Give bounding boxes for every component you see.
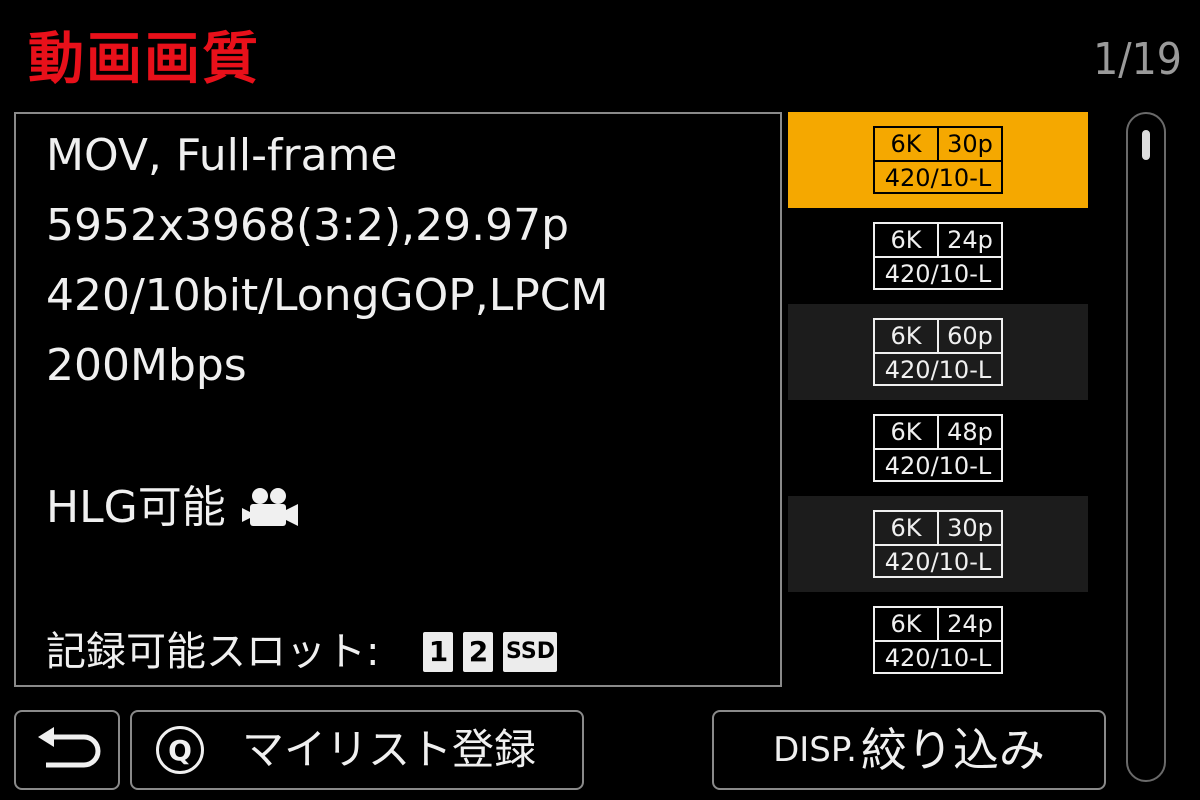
filter-button[interactable]: DISP. 絞り込み (712, 710, 1106, 790)
hlg-label: HLG可能 (46, 482, 226, 533)
scrollbar-thumb[interactable] (1142, 130, 1150, 160)
hlg-row: HLG可能 (46, 482, 300, 534)
mode-framerate: 48p (947, 418, 993, 446)
mode-item[interactable]: 6K 48p 420/10-L (788, 400, 1088, 496)
mode-item[interactable]: 6K 30p 420/10-L (788, 496, 1088, 592)
mode-resolution: 6K (875, 416, 939, 448)
mode-format: 420/10-L (884, 452, 992, 480)
mode-badge: 6K 24p 420/10-L (873, 222, 1003, 290)
scrollbar[interactable] (1126, 112, 1166, 782)
mode-framerate: 24p (947, 226, 993, 254)
mode-badge: 6K 30p 420/10-L (873, 510, 1003, 578)
mode-resolution: 6K (875, 512, 939, 544)
slot-ssd-badge: SSD (503, 632, 558, 672)
add-to-mylist-button[interactable]: Q マイリスト登録 (130, 710, 584, 790)
mode-format: 420/10-L (884, 548, 992, 576)
details-panel: MOV, Full-frame 5952x3968(3:2),29.97p 42… (14, 112, 782, 687)
spec-codec-line: 420/10bit/LongGOP,LPCM (46, 270, 609, 321)
mode-resolution: 6K (875, 224, 939, 256)
mode-framerate: 30p (947, 130, 993, 158)
mode-resolution: 6K (875, 128, 939, 160)
q-key-icon: Q (156, 726, 204, 774)
mode-resolution: 6K (875, 320, 939, 352)
slot-2-badge: 2 (463, 632, 494, 672)
mode-format: 420/10-L (884, 356, 992, 384)
mode-badge: 6K 48p 420/10-L (873, 414, 1003, 482)
back-button[interactable] (14, 710, 120, 790)
mode-framerate: 24p (947, 610, 993, 638)
mode-format: 420/10-L (884, 644, 992, 672)
spec-bitrate-line: 200Mbps (46, 340, 247, 391)
mylist-label: マイリスト登録 (242, 725, 537, 774)
movie-camera-icon (241, 488, 298, 526)
mode-badge: 6K 24p 420/10-L (873, 606, 1003, 674)
mode-badge: 6K 30p 420/10-L (873, 126, 1003, 194)
mode-item[interactable]: 6K 24p 420/10-L (788, 592, 1088, 688)
mode-badge: 6K 60p 420/10-L (873, 318, 1003, 386)
page-counter: 1/19 (1093, 34, 1182, 85)
filter-label: 絞り込み (860, 723, 1045, 777)
page-title: 動画画質 (28, 27, 260, 92)
mode-format: 420/10-L (884, 260, 992, 288)
mode-item-selected[interactable]: 6K 30p 420/10-L (788, 112, 1088, 208)
mode-item[interactable]: 6K 60p 420/10-L (788, 304, 1088, 400)
mode-resolution: 6K (875, 608, 939, 640)
mode-framerate: 30p (947, 514, 993, 542)
mode-format: 420/10-L (884, 164, 992, 192)
mode-framerate: 60p (947, 322, 993, 350)
recording-slot-row: 記録可能スロット: 1 2 SSD (46, 626, 567, 678)
spec-resolution-line: 5952x3968(3:2),29.97p (46, 200, 570, 251)
return-arrow-icon (38, 727, 101, 768)
mode-item[interactable]: 6K 24p 420/10-L (788, 208, 1088, 304)
recording-slot-label: 記録可能スロット: (46, 629, 380, 675)
disp-key-label: DISP. (773, 730, 857, 770)
slot-1-badge: 1 (423, 632, 454, 672)
spec-container-line: MOV, Full-frame (46, 130, 398, 181)
